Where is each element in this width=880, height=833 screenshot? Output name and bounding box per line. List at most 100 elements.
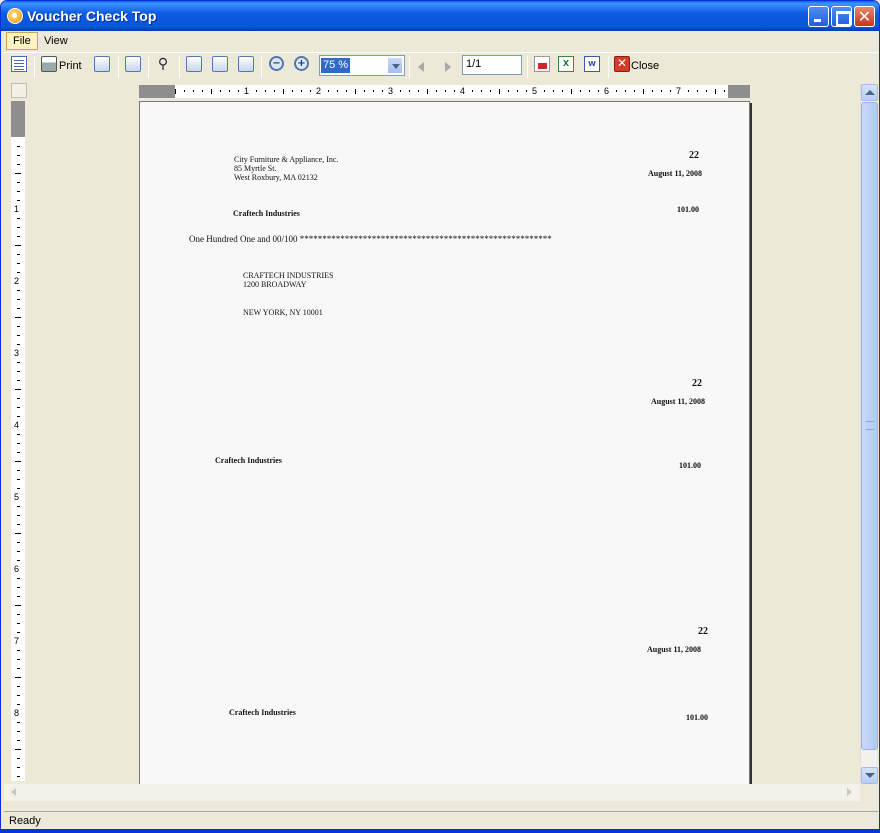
vertical-scroll-thumb[interactable] xyxy=(861,102,878,750)
ruler-tick xyxy=(15,173,21,174)
next-page-icon[interactable] xyxy=(445,62,451,72)
ruler-tick xyxy=(16,200,20,201)
ruler-tick xyxy=(427,88,428,94)
ruler-tick xyxy=(16,623,20,624)
close-preview-icon[interactable]: ✕ xyxy=(614,56,630,72)
zoom-value: 75 % xyxy=(321,58,351,73)
horizontal-scrollbar[interactable] xyxy=(4,784,860,801)
ruler-tick xyxy=(15,533,21,534)
ruler-tick xyxy=(16,218,20,219)
zoom-in-icon[interactable]: + xyxy=(294,56,309,71)
ruler-tick xyxy=(16,587,20,588)
export-word-icon[interactable]: W xyxy=(584,56,600,72)
ruler-tick xyxy=(16,515,20,516)
stub2-date: August 11, 2008 xyxy=(647,645,702,654)
ruler-tick xyxy=(553,90,554,92)
ruler-tick xyxy=(15,389,21,390)
close-button[interactable]: Close xyxy=(631,60,659,72)
ruler-tick xyxy=(16,659,20,660)
ruler-number: 4 xyxy=(460,86,466,96)
scroll-right-button[interactable] xyxy=(841,784,858,801)
vertical-ruler: 1 2 3 4 5 6 7 8 xyxy=(11,101,25,781)
ruler-tick xyxy=(16,614,20,615)
ruler-tick xyxy=(15,605,21,606)
ruler-tick xyxy=(670,90,671,92)
zoom-out-icon[interactable]: − xyxy=(269,56,284,71)
ruler-tick xyxy=(16,434,20,435)
ruler-number: 6 xyxy=(604,86,610,96)
scroll-up-button[interactable] xyxy=(861,84,878,101)
ruler-tick xyxy=(16,146,20,147)
status-text: Ready xyxy=(9,815,41,827)
app-icon xyxy=(7,8,23,24)
continuous-scroll-icon[interactable] xyxy=(238,56,254,72)
printer-icon[interactable] xyxy=(41,56,57,72)
app-window: Voucher Check Top ✕ File View Print ⚲ − … xyxy=(0,0,880,833)
ruler-corner xyxy=(11,83,27,98)
maximize-button[interactable] xyxy=(831,6,852,27)
ruler-tick xyxy=(16,470,20,471)
check-amount: 101.00 xyxy=(677,205,699,214)
title-bar[interactable]: Voucher Check Top ✕ xyxy=(1,1,879,31)
find-binoculars-icon[interactable]: ⚲ xyxy=(155,56,171,72)
multi-page-icon[interactable] xyxy=(212,56,228,72)
ruler-tick xyxy=(16,227,20,228)
ruler-number: 5 xyxy=(532,86,538,96)
ruler-tick xyxy=(373,90,374,92)
previous-page-icon[interactable] xyxy=(418,62,424,72)
window-title: Voucher Check Top xyxy=(27,8,157,24)
vertical-scrollbar[interactable] xyxy=(860,84,878,784)
stub2-check-number: 22 xyxy=(698,626,708,637)
stub1-amount: 101.00 xyxy=(679,461,701,470)
ruler-tick xyxy=(418,90,419,92)
ruler-tick xyxy=(400,90,401,92)
ruler-tick xyxy=(16,740,20,741)
ruler-tick xyxy=(544,90,545,92)
ruler-tick xyxy=(265,90,266,92)
ruler-number: 2 xyxy=(316,86,322,96)
close-window-button[interactable]: ✕ xyxy=(854,6,875,27)
minimize-button[interactable] xyxy=(808,6,829,27)
ruler-tick xyxy=(301,90,302,92)
menu-file[interactable]: File xyxy=(6,32,38,50)
ruler-tick xyxy=(220,90,221,92)
copy-icon[interactable] xyxy=(125,56,141,72)
stub1-date: August 11, 2008 xyxy=(651,397,706,406)
menu-view[interactable]: View xyxy=(38,32,74,50)
scroll-left-button[interactable] xyxy=(6,784,23,801)
ruler-tick xyxy=(454,90,455,92)
export-pdf-icon[interactable] xyxy=(534,56,550,72)
page-number-input[interactable]: 1/1 xyxy=(462,55,522,75)
page-setup-icon[interactable] xyxy=(94,56,110,72)
ruler-number: 6 xyxy=(14,564,20,574)
ruler-tick xyxy=(274,90,275,92)
ruler-number: 1 xyxy=(14,204,20,214)
single-page-icon[interactable] xyxy=(186,56,202,72)
ruler-margin-right xyxy=(728,85,750,98)
address-line-2: 1200 BROADWAY xyxy=(243,280,307,289)
ruler-tick xyxy=(16,164,20,165)
scroll-down-button[interactable] xyxy=(861,767,878,784)
ruler-tick xyxy=(16,758,20,759)
ruler-margin-left xyxy=(139,85,175,98)
ruler-number: 3 xyxy=(14,348,20,358)
stub2-amount: 101.00 xyxy=(686,713,708,722)
ruler-tick xyxy=(16,506,20,507)
export-excel-icon[interactable]: X xyxy=(558,56,574,72)
ruler-tick xyxy=(16,290,20,291)
chevron-down-icon[interactable] xyxy=(387,57,403,74)
ruler-tick xyxy=(661,90,662,92)
document-map-icon[interactable] xyxy=(11,56,27,72)
zoom-select[interactable]: 75 % xyxy=(319,55,405,76)
ruler-tick xyxy=(256,90,257,92)
ruler-tick xyxy=(328,90,329,92)
ruler-tick xyxy=(238,90,239,92)
ruler-tick xyxy=(16,452,20,453)
ruler-tick xyxy=(16,272,20,273)
ruler-tick xyxy=(15,749,21,750)
ruler-margin-top xyxy=(11,101,25,137)
ruler-tick xyxy=(364,90,365,92)
ruler-tick xyxy=(526,90,527,92)
print-button[interactable]: Print xyxy=(59,60,82,72)
preview-viewport[interactable]: City Furniture & Appliance, Inc. 85 Myrt… xyxy=(29,99,859,784)
